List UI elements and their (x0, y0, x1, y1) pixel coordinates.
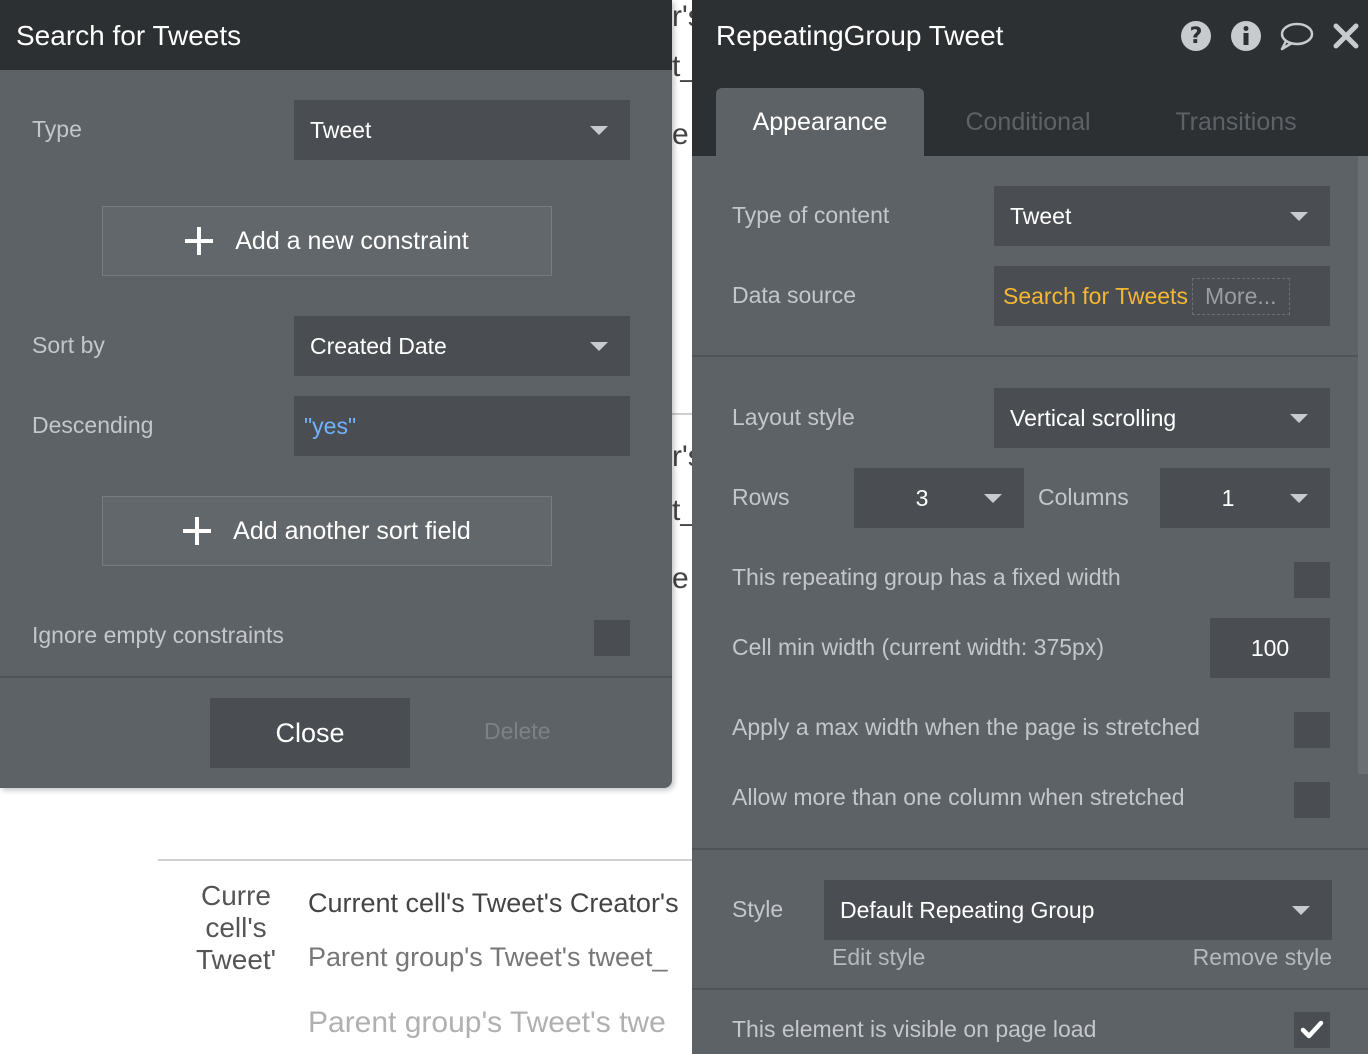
property-panel-header: RepeatingGroup Tweet ? (692, 0, 1368, 74)
tab-transitions[interactable]: Transitions (1144, 88, 1328, 156)
style-value: Default Repeating Group (840, 896, 1095, 923)
cell-min-width-value: 100 (1250, 634, 1290, 661)
columns-value: 1 (1221, 484, 1235, 511)
cell-text-tweet: Parent group's Tweet's tweet_ (308, 942, 668, 972)
sort-by-value: Created Date (310, 332, 447, 359)
cell-image-alt-text: cell's (205, 912, 267, 943)
close-button[interactable]: Close (210, 698, 410, 768)
svg-text:?: ? (1190, 24, 1203, 49)
type-of-content-label: Type of content (732, 202, 890, 228)
canvas-text-fragment: r's (672, 440, 692, 473)
visible-on-load-label: This element is visible on page load (732, 1016, 1097, 1042)
add-constraint-button[interactable]: Add a new constraint (102, 206, 552, 276)
type-dropdown-value: Tweet (310, 116, 372, 143)
dropdown-caret-icon (1292, 906, 1310, 915)
columns-label: Columns (1038, 484, 1129, 510)
canvas-divider (158, 859, 692, 861)
layout-style-value: Vertical scrolling (1010, 404, 1177, 431)
dropdown-caret-icon (1290, 414, 1308, 423)
add-sort-field-button[interactable]: Add another sort field (102, 496, 552, 566)
dropdown-caret-icon (1290, 494, 1308, 503)
max-width-checkbox[interactable] (1294, 712, 1330, 748)
search-panel-divider (0, 676, 672, 678)
rows-value: 3 (915, 484, 929, 511)
canvas-text-fragment: r's (672, 0, 692, 33)
property-editor-panel: RepeatingGroup Tweet ? Appearance Condit… (692, 0, 1368, 1054)
canvas-text-fragment: t_ (672, 494, 692, 527)
comment-icon[interactable] (1278, 20, 1314, 52)
search-panel-title: Search for Tweets (16, 20, 242, 51)
panel-scrollbar[interactable] (1358, 156, 1368, 774)
visible-on-load-checkbox[interactable] (1294, 1012, 1330, 1048)
rows-label: Rows (732, 484, 790, 510)
dropdown-caret-icon (590, 126, 608, 135)
data-source-field[interactable]: Search for Tweets More... (994, 266, 1330, 326)
plus-icon (185, 227, 214, 255)
ignore-empty-checkbox[interactable] (594, 620, 630, 656)
tab-conditional[interactable]: Conditional (936, 88, 1120, 156)
canvas-text-fragment: e (672, 118, 689, 151)
section-divider (692, 988, 1368, 990)
cell-image-alt-text: Curre (200, 880, 271, 911)
cell-text-tweet-faded: Parent group's Tweet's twe (308, 1006, 666, 1039)
data-source-label: Data source (732, 282, 857, 308)
data-source-more-button[interactable]: More... (1191, 277, 1290, 315)
delete-button[interactable]: Delete (484, 718, 550, 745)
add-constraint-label: Add a new constraint (235, 226, 469, 255)
close-icon[interactable] (1332, 20, 1360, 52)
section-divider (692, 355, 1358, 357)
info-icon[interactable] (1230, 20, 1262, 52)
canvas-divider (672, 413, 692, 415)
cell-text-creator: Current cell's Tweet's Creator's (308, 888, 679, 918)
descending-field[interactable]: "yes" (294, 396, 630, 456)
sort-by-label: Sort by (32, 332, 105, 358)
data-source-expression[interactable]: Search for Tweets (1003, 283, 1188, 310)
property-tabs: Appearance Conditional Transitions (692, 74, 1368, 156)
close-button-label: Close (275, 717, 345, 748)
tab-appearance[interactable]: Appearance (716, 88, 924, 156)
type-label: Type (32, 116, 82, 142)
checkmark-icon (1300, 1020, 1324, 1039)
cell-min-width-label: Cell min width (current width: 375px) (732, 634, 1104, 660)
remove-style-link[interactable]: Remove style (1193, 944, 1332, 971)
fixed-width-checkbox[interactable] (1294, 562, 1330, 598)
multi-column-label: Allow more than one column when stretche… (732, 784, 1185, 810)
plus-icon (183, 517, 212, 545)
canvas-text-fragment: e (672, 562, 689, 595)
descending-label: Descending (32, 412, 154, 438)
rows-dropdown[interactable]: 3 (854, 468, 1024, 528)
layout-style-label: Layout style (732, 404, 855, 430)
descending-value: "yes" (304, 412, 357, 439)
canvas-text-fragment: t_ (672, 50, 692, 83)
type-dropdown[interactable]: Tweet (294, 100, 630, 160)
style-dropdown[interactable]: Default Repeating Group (824, 880, 1332, 940)
search-panel-header: Search for Tweets (0, 0, 672, 70)
sort-by-dropdown[interactable]: Created Date (294, 316, 630, 376)
dropdown-caret-icon (590, 342, 608, 351)
multi-column-checkbox[interactable] (1294, 782, 1330, 818)
fixed-width-label: This repeating group has a fixed width (732, 564, 1121, 590)
search-editor-panel: Search for Tweets Type Tweet Add a new c… (0, 0, 672, 788)
dropdown-caret-icon (984, 494, 1002, 503)
section-divider (692, 848, 1368, 850)
type-of-content-value: Tweet (1010, 202, 1072, 229)
style-label: Style (732, 896, 784, 922)
columns-dropdown[interactable]: 1 (1160, 468, 1330, 528)
cell-min-width-input[interactable]: 100 (1210, 618, 1330, 678)
cell-image-alt-text: Tweet' (195, 944, 277, 975)
layout-style-dropdown[interactable]: Vertical scrolling (994, 388, 1330, 448)
dropdown-caret-icon (1290, 212, 1308, 221)
edit-style-link[interactable]: Edit style (832, 944, 925, 971)
help-icon[interactable]: ? (1180, 20, 1212, 52)
max-width-label: Apply a max width when the page is stret… (732, 714, 1200, 740)
type-of-content-dropdown[interactable]: Tweet (994, 186, 1330, 246)
add-sort-field-label: Add another sort field (233, 516, 471, 545)
cell-image-placeholder: Curre cell's Tweet' (186, 880, 286, 976)
ignore-empty-label: Ignore empty constraints (32, 622, 284, 648)
property-panel-title: RepeatingGroup Tweet (716, 20, 1004, 51)
